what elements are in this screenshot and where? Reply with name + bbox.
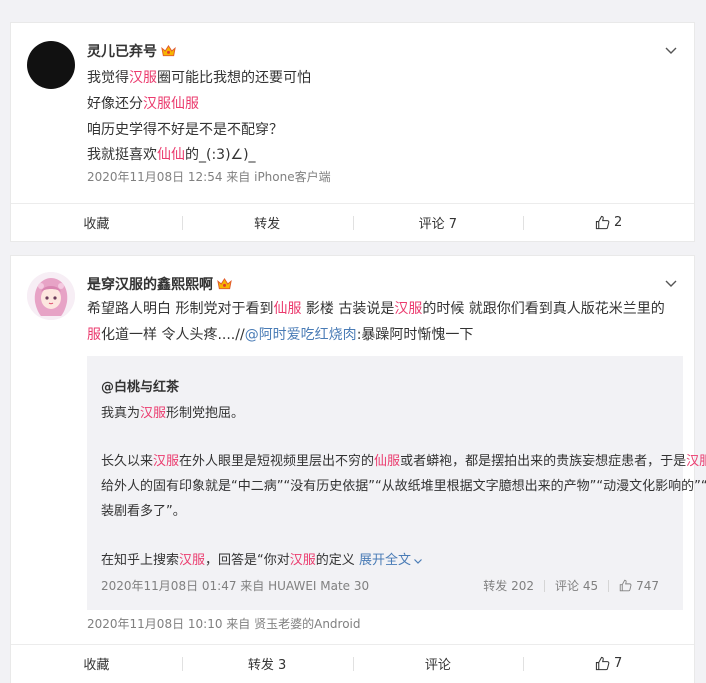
topic-highlight[interactable]: 仙服 — [273, 301, 301, 317]
avatar[interactable] — [27, 41, 75, 89]
text-fragment: 我就挺喜欢 — [87, 147, 157, 163]
repost-button[interactable]: 转发 3 — [181, 645, 353, 682]
chevron-down-icon[interactable] — [664, 276, 678, 290]
comment-label: 评论 7 — [418, 217, 458, 232]
username[interactable]: 是穿汉服的鑫熙熙啊 — [87, 274, 232, 294]
like-count: 7 — [613, 656, 623, 671]
topic-highlight[interactable]: 汉服 — [179, 553, 205, 568]
divider — [608, 579, 610, 592]
username-text[interactable]: 是穿汉服的鑫熙熙啊 — [87, 274, 213, 294]
post-text-line: 我觉得汉服圈可能比我想的还要可怕 — [87, 67, 311, 87]
text-fragment: 形制党抱屈。 — [166, 406, 245, 421]
chevron-down-icon[interactable] — [413, 556, 423, 566]
topic-highlight[interactable]: 汉服仙服 — [143, 96, 199, 112]
weibo-post-card: 灵儿已弃号 我觉得汉服圈可能比我想的还要可怕 好像还分汉服仙服 咱历史学得不好是… — [10, 22, 695, 242]
thumbs-up-icon — [595, 215, 610, 230]
topic-highlight[interactable]: 服 — [87, 327, 101, 343]
favorite-button[interactable]: 收藏 — [11, 204, 182, 241]
repost-button[interactable]: 转发 — [181, 204, 353, 241]
repost-label: 转发 3 — [247, 658, 287, 673]
post-text-line: 咱历史学得不好是不是不配穿？ — [87, 119, 283, 139]
quoted-text-line: 我真为汉服形制党抱屈。 — [101, 402, 244, 421]
text-fragment: 好像还分 — [87, 96, 143, 112]
quoted-stats: 转发 202 评论 45 747 — [483, 577, 659, 594]
inline-link[interactable]: @阿时爱吃红烧肉 — [245, 327, 357, 343]
quoted-repost[interactable]: 转发 202 — [483, 577, 534, 594]
quoted-text-line: 长久以来汉服在外人眼里是短视频里层出不穷的仙服或者蟒袍，都是摆拍出来的贵族妄想症… — [101, 450, 706, 469]
chevron-down-icon[interactable] — [664, 43, 678, 57]
post-text-line: 好像还分汉服仙服 — [87, 93, 199, 113]
text-fragment: 的时候 就跟你们看到真人版花米兰里的 — [422, 301, 665, 317]
topic-highlight[interactable]: 汉服 — [153, 454, 179, 469]
text-fragment: :暴躁阿时惭愧一下 — [356, 327, 474, 343]
quoted-username[interactable]: @白桃与红茶 — [101, 376, 179, 395]
text-fragment: 在知乎上搜索 — [101, 553, 180, 568]
inline-link[interactable]: 展开全文 — [359, 553, 411, 568]
quoted-text-line: 在知乎上搜索汉服，回答是“你对汉服的定义 展开全文 — [101, 549, 423, 568]
text-fragment: 长久以来 — [101, 454, 154, 469]
topic-highlight[interactable]: 汉服 — [129, 70, 157, 86]
comment-button[interactable]: 评论 — [352, 645, 524, 682]
repost-label: 转发 — [254, 217, 281, 232]
like-button[interactable]: 2 — [523, 204, 694, 241]
post-meta: 2020年11月08日 10:10 来自 贤玉老婆的Android — [87, 617, 361, 631]
topic-highlight[interactable]: 汉服 — [686, 454, 706, 469]
text-fragment: ，回答是“你对 — [205, 553, 290, 568]
action-bar: 收藏 转发 3 评论 7 — [11, 644, 694, 682]
text-fragment: 我真为 — [101, 406, 141, 421]
favorite-label: 收藏 — [83, 658, 110, 673]
weibo-post-card: 是穿汉服的鑫熙熙啊 希望路人明白 形制党对于看到仙服 影楼 古装说是汉服的时候 … — [10, 255, 706, 683]
quoted-meta: 2020年11月08日 01:47 来自 HUAWEI Mate 30 — [101, 579, 370, 593]
quoted-post[interactable]: @白桃与红茶 我真为汉服形制党抱屈。 长久以来汉服在外人眼里是短视频里层出不穷的… — [87, 356, 706, 610]
text-fragment: 在外人眼里是短视频里层出不穷的 — [179, 454, 375, 469]
topic-highlight[interactable]: 仙服 — [374, 454, 400, 469]
thumbs-up-icon — [595, 656, 610, 671]
avatar[interactable] — [27, 272, 75, 320]
text-fragment: 或者蟒袍，都是摆拍出来的贵族妄想症患者，于是 — [400, 454, 687, 469]
avatar-illustration — [27, 272, 75, 320]
action-bar: 收藏 转发 评论 7 2 — [11, 203, 694, 241]
thumbs-up-icon[interactable] — [619, 579, 632, 592]
post-text-line: 服化道一样 令人头疼....//@阿时爱吃红烧肉:暴躁阿时惭愧一下 — [87, 324, 473, 344]
text-fragment: 的_(:3)∠)_ — [185, 147, 256, 163]
topic-highlight[interactable]: 汉服 — [140, 406, 166, 421]
quoted-text-line: 给外人的固有印象就是“中二病”“没有历史依据”“从故纸堆里根据文字臆想出来的产物… — [101, 475, 706, 494]
crown-icon — [161, 44, 176, 57]
text-fragment: 化道一样 令人头疼....// — [101, 327, 245, 343]
text-fragment: 圈可能比我想的还要可怕 — [157, 70, 311, 86]
text-fragment: 影楼 古装说是 — [301, 301, 395, 317]
quoted-text-content: 在知乎上搜索汉服，回答是“你对汉服的定义 展开全文 — [101, 553, 411, 568]
quoted-comment[interactable]: 评论 45 — [555, 577, 598, 594]
text-fragment: 装剧看多了”。 — [101, 504, 186, 519]
text-fragment: 咱历史学得不好是不是不配穿？ — [87, 122, 283, 138]
topic-highlight[interactable]: 仙仙 — [157, 147, 185, 163]
username[interactable]: 灵儿已弃号 — [87, 41, 176, 61]
comment-label: 评论 — [424, 658, 451, 673]
like-count: 2 — [613, 215, 623, 230]
text-fragment: 给外人的固有印象就是“中二病”“没有历史依据”“从故纸堆里根据文字臆想出来的产物… — [101, 479, 706, 494]
post-meta: 2020年11月08日 12:54 来自 iPhone客户端 — [87, 170, 331, 184]
username-text[interactable]: 灵儿已弃号 — [87, 41, 157, 61]
topic-highlight[interactable]: 汉服 — [290, 553, 316, 568]
favorite-label: 收藏 — [83, 217, 110, 232]
topic-highlight[interactable]: 汉服 — [394, 301, 422, 317]
text-fragment: 我觉得 — [87, 70, 129, 86]
divider — [544, 579, 545, 592]
post-text-line: 希望路人明白 形制党对于看到仙服 影楼 古装说是汉服的时候 就跟你们看到真人版花… — [87, 298, 665, 318]
like-button[interactable]: 7 — [523, 645, 694, 682]
comment-button[interactable]: 评论 7 — [352, 204, 524, 241]
favorite-button[interactable]: 收藏 — [11, 645, 182, 682]
quoted-like[interactable]: 747 — [636, 579, 659, 593]
quoted-text-line: 装剧看多了”。 — [101, 500, 186, 519]
crown-icon — [217, 277, 232, 290]
text-fragment: 的定义 — [315, 553, 359, 568]
post-text-line: 我就挺喜欢仙仙的_(:3)∠)_ — [87, 144, 256, 164]
text-fragment: 希望路人明白 形制党对于看到 — [87, 301, 274, 317]
